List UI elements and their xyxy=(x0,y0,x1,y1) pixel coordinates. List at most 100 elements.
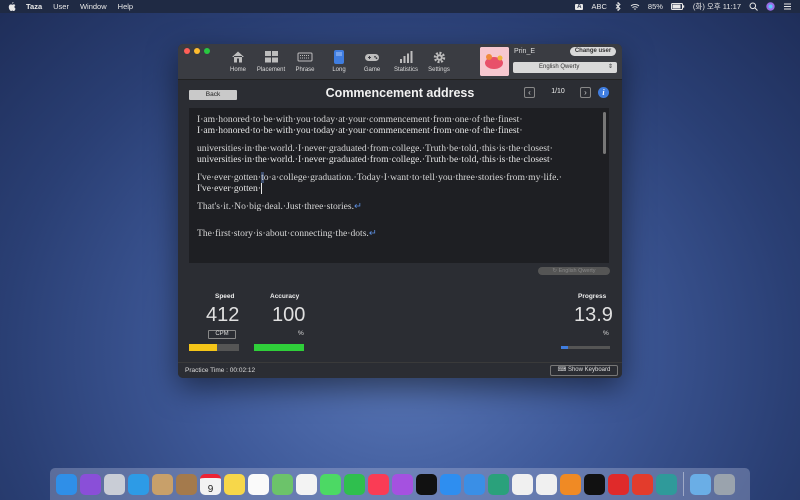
dock-git-icon[interactable] xyxy=(656,473,677,495)
keyboard-icon xyxy=(288,48,322,66)
dock: 9 xyxy=(50,468,750,500)
typing-text-area[interactable]: I·am·honored·to·be·with·you·today·at·you… xyxy=(189,108,609,263)
dock-calendar-icon[interactable]: 9 xyxy=(200,473,221,495)
dock-trash-icon[interactable] xyxy=(714,473,735,495)
close-window-button[interactable] xyxy=(184,48,190,54)
reference-line-3: I've·ever·gotten·to·a·college·graduation… xyxy=(197,172,562,183)
chevron-left-icon: ‹ xyxy=(528,88,531,97)
scrollbar[interactable] xyxy=(603,112,606,154)
dock-notes-icon[interactable] xyxy=(224,473,245,495)
speed-unit[interactable]: CPM xyxy=(208,330,236,339)
dock-contacts-icon[interactable] xyxy=(176,473,197,495)
bar-chart-icon xyxy=(389,48,423,66)
next-page-button[interactable]: › xyxy=(580,87,591,98)
dock-maps-icon[interactable] xyxy=(272,473,293,495)
toolbar-home-button[interactable]: Home xyxy=(221,48,255,78)
dock-maps-alt-icon[interactable] xyxy=(488,473,509,495)
accuracy-unit: % xyxy=(298,330,304,337)
battery-icon[interactable] xyxy=(670,3,685,10)
window-controls xyxy=(184,48,210,54)
speed-bar-fill xyxy=(189,344,217,351)
search-icon[interactable] xyxy=(749,2,758,11)
page-title: Commencement address xyxy=(325,86,475,100)
dock-tv-icon[interactable] xyxy=(416,473,437,495)
dock-safari-icon[interactable] xyxy=(128,473,149,495)
show-keyboard-button[interactable]: ⌨ Show Keyboard xyxy=(550,365,618,376)
reference-line-4: That's·it.·No·big·deal.·Just·three·stori… xyxy=(197,201,363,212)
change-user-button[interactable]: Change user xyxy=(570,47,616,56)
dock-photos-icon[interactable] xyxy=(296,473,317,495)
accuracy-bar-fill xyxy=(254,344,304,351)
minimize-window-button[interactable] xyxy=(194,48,200,54)
speed-bar xyxy=(189,344,239,351)
clock[interactable]: (화) 오후 11:17 xyxy=(693,1,741,12)
progress-unit: % xyxy=(603,330,609,337)
accuracy-bar xyxy=(254,344,304,351)
progress-bar-fill xyxy=(561,346,568,349)
practice-time: Practice Time : 00:02:12 xyxy=(185,367,256,374)
info-icon[interactable]: i xyxy=(598,87,609,98)
speed-label: Speed xyxy=(215,293,235,300)
dock-unity-icon[interactable] xyxy=(512,473,533,495)
previous-page-button[interactable]: ‹ xyxy=(524,87,535,98)
return-icon: ↵ xyxy=(368,228,377,239)
toolbar-long-button[interactable]: Long xyxy=(322,48,356,78)
dock-separator xyxy=(683,472,684,496)
toolbar-placement-button[interactable]: Placement xyxy=(254,48,288,78)
book-icon xyxy=(322,48,356,66)
menu-app-name[interactable]: Taza xyxy=(26,2,42,11)
input-source-badge[interactable]: A xyxy=(575,3,584,10)
wifi-icon[interactable] xyxy=(630,3,640,11)
menu-window[interactable]: Window xyxy=(80,2,107,11)
chevron-updown-icon: ⇕ xyxy=(607,64,613,70)
menu-help[interactable]: Help xyxy=(118,2,133,11)
calendar-day: 9 xyxy=(207,483,214,495)
toolbar-settings-button[interactable]: Settings xyxy=(422,48,456,78)
gamepad-icon xyxy=(355,48,389,66)
chevron-right-icon: › xyxy=(584,88,587,97)
gear-icon xyxy=(422,48,456,66)
status-footer: Practice Time : 00:02:12 ⌨ Show Keyboard xyxy=(178,362,622,378)
dock-xcode-icon[interactable] xyxy=(464,473,485,495)
dock-creative-cloud-icon[interactable] xyxy=(608,473,629,495)
toolbar-phrase-button[interactable]: Phrase xyxy=(288,48,322,78)
back-button[interactable]: Back xyxy=(189,90,237,100)
dock-music-icon[interactable] xyxy=(368,473,389,495)
menu-bar: Taza User Window Help A ABC 85% (화) 오후 1… xyxy=(0,0,800,13)
page-indicator: 1/10 xyxy=(551,88,565,95)
house-icon xyxy=(221,48,255,66)
toolbar-statistics-button[interactable]: Statistics xyxy=(389,48,423,78)
accuracy-value: 100 xyxy=(272,304,306,326)
zoom-window-button[interactable] xyxy=(204,48,210,54)
dock-taza-icon[interactable] xyxy=(536,473,557,495)
keyboard-layout-select[interactable]: English Qwerty ⇕ xyxy=(513,62,617,73)
battery-percent: 85% xyxy=(647,2,663,11)
dock-podcasts-icon[interactable] xyxy=(392,473,413,495)
progress-bar xyxy=(561,346,610,349)
toolbar-game-button[interactable]: Game xyxy=(355,48,389,78)
dock-mail-icon[interactable] xyxy=(152,473,173,495)
bluetooth-icon[interactable] xyxy=(615,2,622,11)
input-source-label[interactable]: ABC xyxy=(591,2,606,11)
progress-label: Progress xyxy=(578,293,607,300)
menu-user[interactable]: User xyxy=(53,2,69,11)
typed-line-2: universities·in·the·world.·I·never·gradu… xyxy=(197,154,553,165)
dock-finder-icon[interactable] xyxy=(56,473,77,495)
siri-icon[interactable] xyxy=(766,2,775,11)
dock-messages-icon[interactable] xyxy=(320,473,341,495)
dock-launchpad-icon[interactable] xyxy=(104,473,125,495)
dock-facetime-icon[interactable] xyxy=(344,473,365,495)
dock-siri-icon[interactable] xyxy=(80,473,101,495)
dock-reminders-icon[interactable] xyxy=(248,473,269,495)
dock-downloads-icon[interactable] xyxy=(690,473,711,495)
user-name: Prin_E xyxy=(514,48,536,55)
dock-books-icon[interactable] xyxy=(560,473,581,495)
dock-epic-games-icon[interactable] xyxy=(584,473,605,495)
control-center-icon[interactable] xyxy=(783,2,792,11)
reference-line-2: universities·in·the·world.·I·never·gradu… xyxy=(197,143,553,154)
avatar[interactable] xyxy=(480,47,509,76)
dock-parallels-icon[interactable] xyxy=(632,473,653,495)
typed-line-3: I've·ever·gotten· xyxy=(197,183,601,194)
apple-icon[interactable] xyxy=(8,2,16,11)
dock-app-store-icon[interactable] xyxy=(440,473,461,495)
